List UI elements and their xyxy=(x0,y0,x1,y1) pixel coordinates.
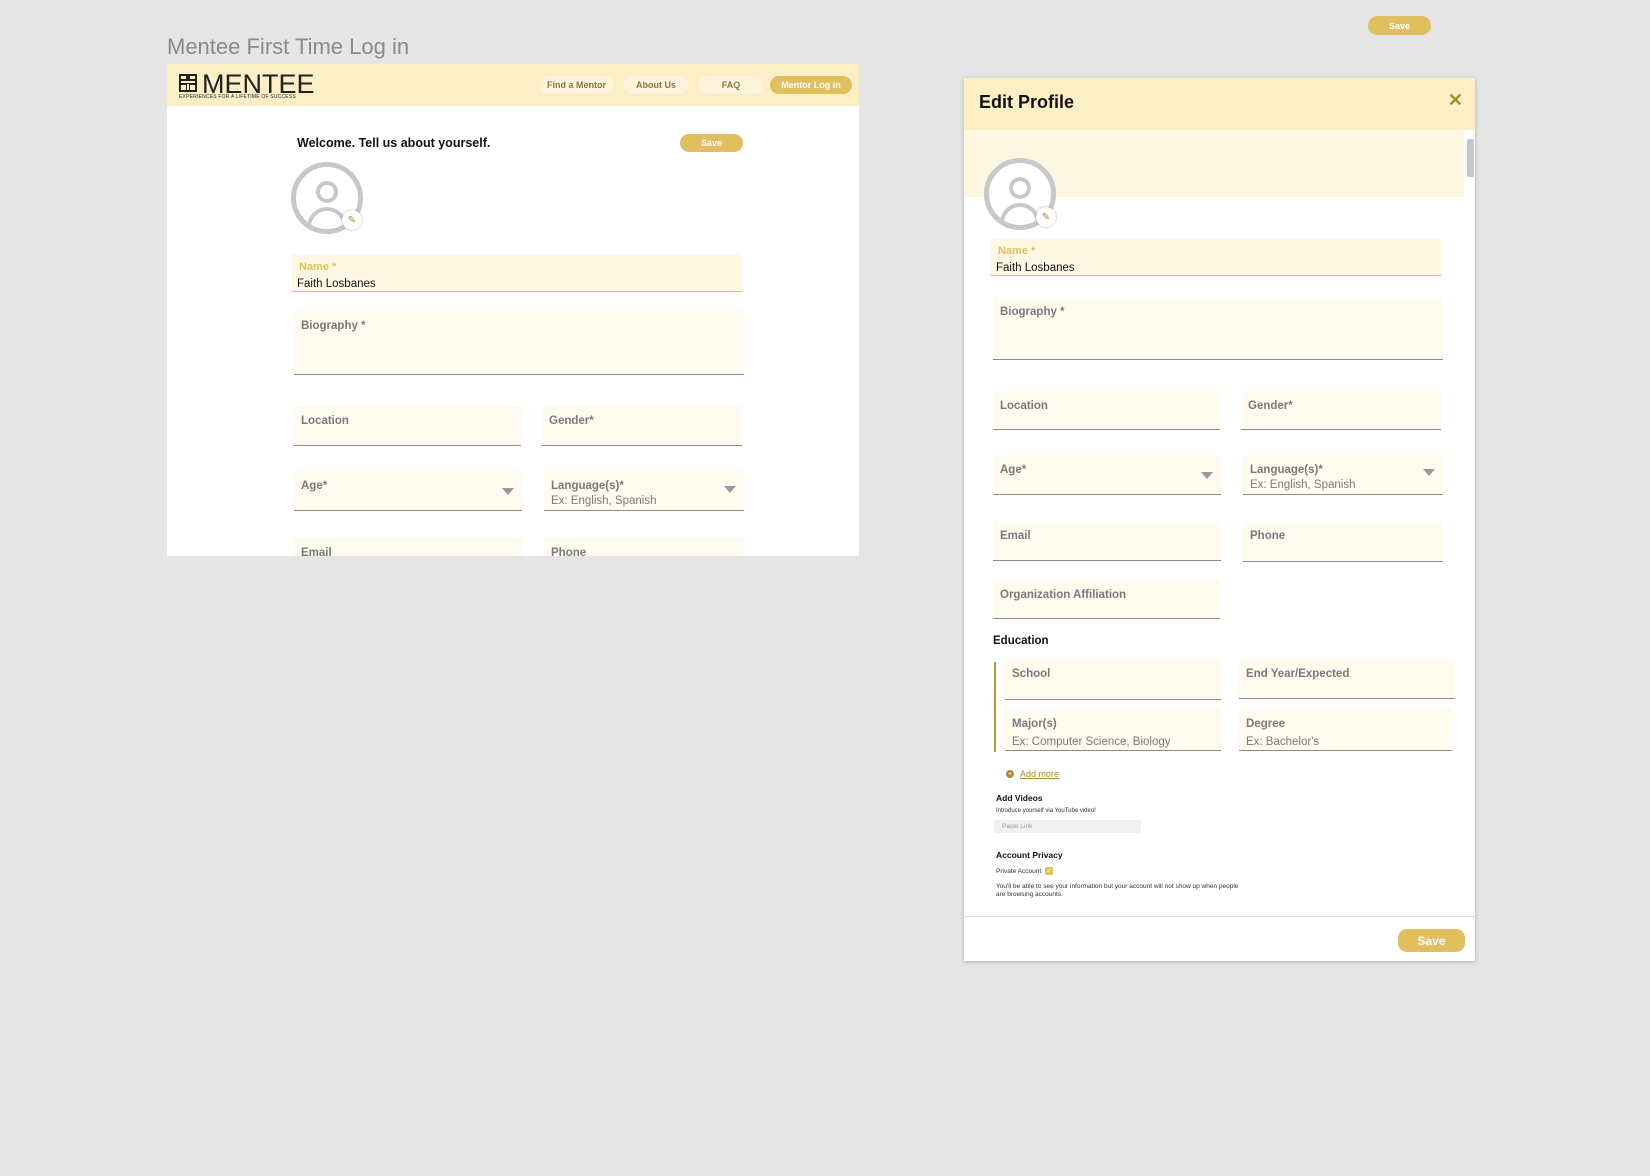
phone-field[interactable]: Phone xyxy=(1243,521,1443,562)
email-label: Email xyxy=(1000,530,1031,542)
modal-header: Edit Profile ✕ xyxy=(964,78,1475,130)
location-field[interactable]: Location xyxy=(294,406,521,446)
welcome-heading: Welcome. Tell us about yourself. xyxy=(297,136,491,150)
footer-divider xyxy=(964,916,1475,917)
chevron-down-icon xyxy=(502,488,514,495)
school-field[interactable]: School xyxy=(1005,659,1221,700)
degree-label: Degree xyxy=(1246,718,1285,730)
languages-select[interactable]: Language(s)* Ex: English, Spanish xyxy=(1243,455,1443,495)
age-label: Age* xyxy=(1000,464,1027,476)
edit-avatar-pencil-icon[interactable]: ✎ xyxy=(1036,207,1056,227)
location-field[interactable]: Location xyxy=(993,391,1220,430)
video-link-input[interactable]: Paste Link xyxy=(994,820,1141,833)
gender-label: Gender* xyxy=(549,415,594,427)
biography-label: Biography * xyxy=(301,320,366,332)
phone-label: Phone xyxy=(551,547,587,556)
education-entry-bar xyxy=(994,662,996,752)
name-field[interactable]: Name * Faith Losbanes xyxy=(292,254,742,292)
majors-placeholder: Ex: Computer Science, Biology xyxy=(1012,736,1171,748)
first-login-frame: MENTEE EXPERIENCES FOR A LIFETIME OF SUC… xyxy=(167,64,859,556)
biography-field[interactable]: Biography * xyxy=(993,297,1443,360)
gender-field[interactable]: Gender* xyxy=(1241,391,1441,430)
name-value: Faith Losbanes xyxy=(297,278,376,290)
languages-select[interactable]: Language(s)* Ex: English, Spanish xyxy=(544,471,744,511)
name-label: Name * xyxy=(299,261,337,273)
email-label: Email xyxy=(301,547,332,556)
school-label: School xyxy=(1012,668,1051,680)
close-icon[interactable]: ✕ xyxy=(1448,90,1463,111)
end-year-field[interactable]: End Year/Expected xyxy=(1239,659,1455,699)
canvas-frame-title: Mentee First Time Log in xyxy=(167,34,410,59)
majors-label: Major(s) xyxy=(1012,718,1057,730)
add-videos-heading: Add Videos xyxy=(996,793,1043,803)
add-more-label: Add more xyxy=(1020,769,1060,779)
email-field[interactable]: Email xyxy=(993,521,1221,561)
age-select[interactable]: Age* xyxy=(294,471,522,511)
edit-profile-modal: Edit Profile ✕ ✎ Name * Faith Losbanes B… xyxy=(964,78,1475,961)
organization-label: Organization Affiliation xyxy=(1000,589,1127,601)
name-value: Faith Losbanes xyxy=(996,262,1075,274)
chevron-down-icon xyxy=(1423,469,1435,476)
modal-title: Edit Profile xyxy=(979,92,1075,112)
location-label: Location xyxy=(301,415,349,427)
nav-find-a-mentor[interactable]: Find a Mentor xyxy=(540,76,613,94)
logo-mark-icon xyxy=(179,74,197,92)
age-label: Age* xyxy=(301,480,328,492)
biography-field[interactable]: Biography * xyxy=(294,311,744,375)
gender-field[interactable]: Gender* xyxy=(542,406,742,446)
chevron-down-icon xyxy=(724,486,736,493)
save-button[interactable]: Save xyxy=(680,134,743,152)
nav-about-us[interactable]: About Us xyxy=(624,76,688,94)
phone-label: Phone xyxy=(1250,530,1286,542)
education-heading: Education xyxy=(993,635,1049,647)
languages-label: Language(s)* xyxy=(551,480,624,492)
languages-placeholder: Ex: English, Spanish xyxy=(1250,479,1356,491)
account-privacy-heading: Account Privacy xyxy=(996,850,1063,860)
modal-scrollbar[interactable] xyxy=(1466,130,1475,910)
private-account-label: Private Account xyxy=(996,867,1042,875)
languages-label: Language(s)* xyxy=(1250,464,1323,476)
privacy-note: You'll be able to see your information b… xyxy=(996,883,1239,898)
name-label: Name * xyxy=(998,245,1036,257)
scrollbar-thumb[interactable] xyxy=(1467,139,1474,177)
floating-save-button[interactable]: Save xyxy=(1368,16,1431,35)
add-more-education-link[interactable]: + Add more xyxy=(1006,769,1059,779)
private-account-row[interactable]: Private Account ✓ xyxy=(996,867,1054,875)
age-select[interactable]: Age* xyxy=(993,455,1221,495)
organization-affiliation-field[interactable]: Organization Affiliation xyxy=(993,580,1220,619)
plus-circle-icon: + xyxy=(1006,770,1014,778)
location-label: Location xyxy=(1000,400,1048,412)
private-account-checkbox[interactable]: ✓ xyxy=(1045,867,1054,875)
save-button[interactable]: Save xyxy=(1398,929,1465,952)
edit-avatar-pencil-icon[interactable]: ✎ xyxy=(342,210,362,230)
biography-label: Biography * xyxy=(1000,306,1065,318)
top-nav-bar: MENTEE EXPERIENCES FOR A LIFETIME OF SUC… xyxy=(167,64,859,106)
end-year-label: End Year/Expected xyxy=(1246,668,1350,680)
majors-field[interactable]: Major(s) Ex: Computer Science, Biology xyxy=(1005,709,1221,751)
degree-placeholder: Ex: Bachelor's xyxy=(1246,736,1320,748)
degree-field[interactable]: Degree Ex: Bachelor's xyxy=(1239,709,1452,751)
name-field[interactable]: Name * Faith Losbanes xyxy=(991,238,1441,276)
email-field[interactable]: Email xyxy=(294,538,522,556)
languages-placeholder: Ex: English, Spanish xyxy=(551,495,657,507)
logo-tagline: EXPERIENCES FOR A LIFETIME OF SUCCESS xyxy=(179,94,296,100)
nav-faq[interactable]: FAQ xyxy=(699,76,763,94)
phone-field[interactable]: Phone xyxy=(544,538,744,556)
gender-label: Gender* xyxy=(1248,400,1293,412)
chevron-down-icon xyxy=(1201,472,1213,479)
add-videos-hint: Introduce yourself via YouTube video! xyxy=(996,808,1096,814)
nav-mentor-login-button[interactable]: Mentor Log in xyxy=(770,76,852,94)
